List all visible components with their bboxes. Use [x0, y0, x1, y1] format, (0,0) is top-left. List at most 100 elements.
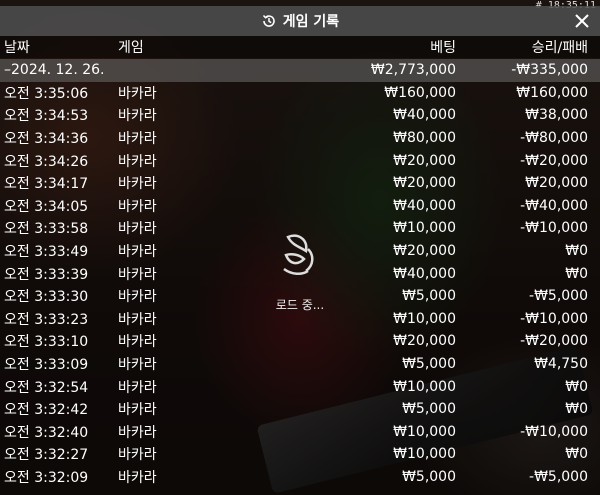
row-game: 바카라 [118, 176, 157, 193]
summary-date: –2024. 12. 26. [4, 62, 105, 79]
row-time: 오전 3:34:17 [4, 176, 89, 193]
row-winloss: -₩5,000 [529, 468, 588, 485]
row-time: 오전 3:33:39 [4, 266, 89, 283]
table-row[interactable]: 오전 3:34:05 바카라 ₩40,000 -₩40,000 [0, 195, 600, 218]
row-bet: ₩20,000 [393, 175, 456, 192]
row-winloss: -₩10,000 [520, 423, 588, 440]
row-game: 바카라 [118, 289, 157, 306]
row-time: 오전 3:33:23 [4, 311, 89, 328]
header-winloss: 승리/패배 [531, 40, 588, 56]
header-date: 날짜 [4, 40, 30, 56]
history-clock-icon [261, 13, 277, 29]
row-bet: ₩5,000 [402, 288, 456, 305]
close-icon [575, 14, 589, 28]
summary-winloss: -₩335,000 [511, 62, 588, 79]
row-bet: ₩10,000 [393, 378, 456, 395]
table-row[interactable]: 오전 3:32:40 바카라 ₩10,000 -₩10,000 [0, 421, 600, 444]
row-bet: ₩20,000 [393, 152, 456, 169]
row-bet: ₩5,000 [402, 401, 456, 418]
row-time: 오전 3:34:36 [4, 130, 89, 147]
row-bet: ₩5,000 [402, 355, 456, 372]
row-game: 바카라 [118, 221, 157, 238]
row-game: 바카라 [118, 153, 157, 170]
header-game: 게임 [118, 40, 144, 56]
row-bet: ₩10,000 [393, 310, 456, 327]
row-game: 바카라 [118, 424, 157, 441]
title-bar: 게임 기록 [0, 6, 600, 36]
row-time: 오전 3:33:58 [4, 221, 89, 238]
row-bet: ₩40,000 [393, 107, 456, 124]
table-row[interactable]: 오전 3:34:53 바카라 ₩40,000 ₩38,000 [0, 104, 600, 127]
row-winloss: -₩20,000 [520, 333, 588, 350]
title-group: 게임 기록 [261, 11, 339, 31]
table-header: 날짜 게임 베팅 승리/패배 [0, 36, 600, 58]
table-row[interactable]: 오전 3:32:42 바카라 ₩5,000 ₩0 [0, 398, 600, 421]
header-bet: 베팅 [430, 40, 456, 56]
row-winloss: ₩0 [565, 265, 588, 282]
row-time: 오전 3:33:30 [4, 289, 89, 306]
row-time: 오전 3:33:10 [4, 334, 89, 351]
table-row[interactable]: 오전 3:34:36 바카라 ₩80,000 -₩80,000 [0, 127, 600, 150]
row-game: 바카라 [118, 243, 157, 260]
row-game: 바카라 [118, 198, 157, 215]
table-row[interactable]: 오전 3:35:06 바카라 ₩160,000 ₩160,000 [0, 82, 600, 105]
table-row[interactable]: 오전 3:32:27 바카라 ₩10,000 ₩0 [0, 443, 600, 466]
page-title: 게임 기록 [282, 14, 340, 30]
row-winloss: ₩160,000 [516, 84, 588, 101]
row-winloss: -₩40,000 [520, 197, 588, 214]
row-time: 오전 3:34:05 [4, 198, 89, 215]
row-time: 오전 3:35:06 [4, 85, 89, 102]
row-bet: ₩20,000 [393, 242, 456, 259]
row-winloss: ₩20,000 [525, 175, 588, 192]
row-game: 바카라 [118, 266, 157, 283]
row-time: 오전 3:34:26 [4, 153, 89, 170]
row-winloss: ₩0 [565, 378, 588, 395]
table-row[interactable]: 오전 3:32:54 바카라 ₩10,000 ₩0 [0, 375, 600, 398]
row-time: 오전 3:32:54 [4, 379, 89, 396]
row-bet: ₩40,000 [393, 197, 456, 214]
table-row[interactable]: 오전 3:32:09 바카라 ₩5,000 -₩5,000 [0, 466, 600, 489]
summary-bet: ₩2,773,000 [370, 62, 456, 79]
close-button[interactable] [570, 9, 594, 33]
row-winloss: ₩0 [565, 446, 588, 463]
row-time: 오전 3:34:53 [4, 108, 89, 125]
table-row[interactable]: 오전 3:33:09 바카라 ₩5,000 ₩4,750 [0, 353, 600, 376]
date-summary-row[interactable]: –2024. 12. 26. ₩2,773,000 -₩335,000 [0, 59, 600, 82]
row-game: 바카라 [118, 402, 157, 419]
row-bet: ₩80,000 [393, 129, 456, 146]
loading-text: 로드 중... [275, 298, 325, 312]
row-winloss: ₩38,000 [525, 107, 588, 124]
row-bet: ₩20,000 [393, 333, 456, 350]
row-game: 바카라 [118, 311, 157, 328]
row-winloss: ₩0 [565, 401, 588, 418]
row-time: 오전 3:32:40 [4, 424, 89, 441]
row-time: 오전 3:33:49 [4, 243, 89, 260]
row-bet: ₩10,000 [393, 423, 456, 440]
row-winloss: -₩80,000 [520, 129, 588, 146]
row-bet: ₩10,000 [393, 220, 456, 237]
row-winloss: -₩5,000 [529, 288, 588, 305]
row-winloss: -₩10,000 [520, 310, 588, 327]
table-row[interactable]: 오전 3:33:10 바카라 ₩20,000 -₩20,000 [0, 330, 600, 353]
row-winloss: ₩0 [565, 242, 588, 259]
row-winloss: -₩20,000 [520, 152, 588, 169]
row-game: 바카라 [118, 108, 157, 125]
loading-spinner-icon [270, 225, 330, 285]
row-game: 바카라 [118, 447, 157, 464]
table-row[interactable]: 오전 3:34:26 바카라 ₩20,000 -₩20,000 [0, 149, 600, 172]
row-time: 오전 3:33:09 [4, 356, 89, 373]
row-time: 오전 3:32:42 [4, 402, 89, 419]
table-row[interactable]: 오전 3:34:17 바카라 ₩20,000 ₩20,000 [0, 172, 600, 195]
row-bet: ₩10,000 [393, 446, 456, 463]
row-winloss: -₩10,000 [520, 220, 588, 237]
row-bet: ₩5,000 [402, 468, 456, 485]
row-time: 오전 3:32:27 [4, 447, 89, 464]
game-history-panel: 게임 기록 날짜 게임 베팅 승리/패배 –2024. 12. 26. ₩2,7… [0, 0, 600, 495]
row-game: 바카라 [118, 85, 157, 102]
row-bet: ₩40,000 [393, 265, 456, 282]
row-game: 바카라 [118, 356, 157, 373]
row-time: 오전 3:32:09 [4, 469, 89, 486]
row-bet: ₩160,000 [384, 84, 456, 101]
row-game: 바카라 [118, 334, 157, 351]
row-winloss: ₩4,750 [534, 355, 588, 372]
